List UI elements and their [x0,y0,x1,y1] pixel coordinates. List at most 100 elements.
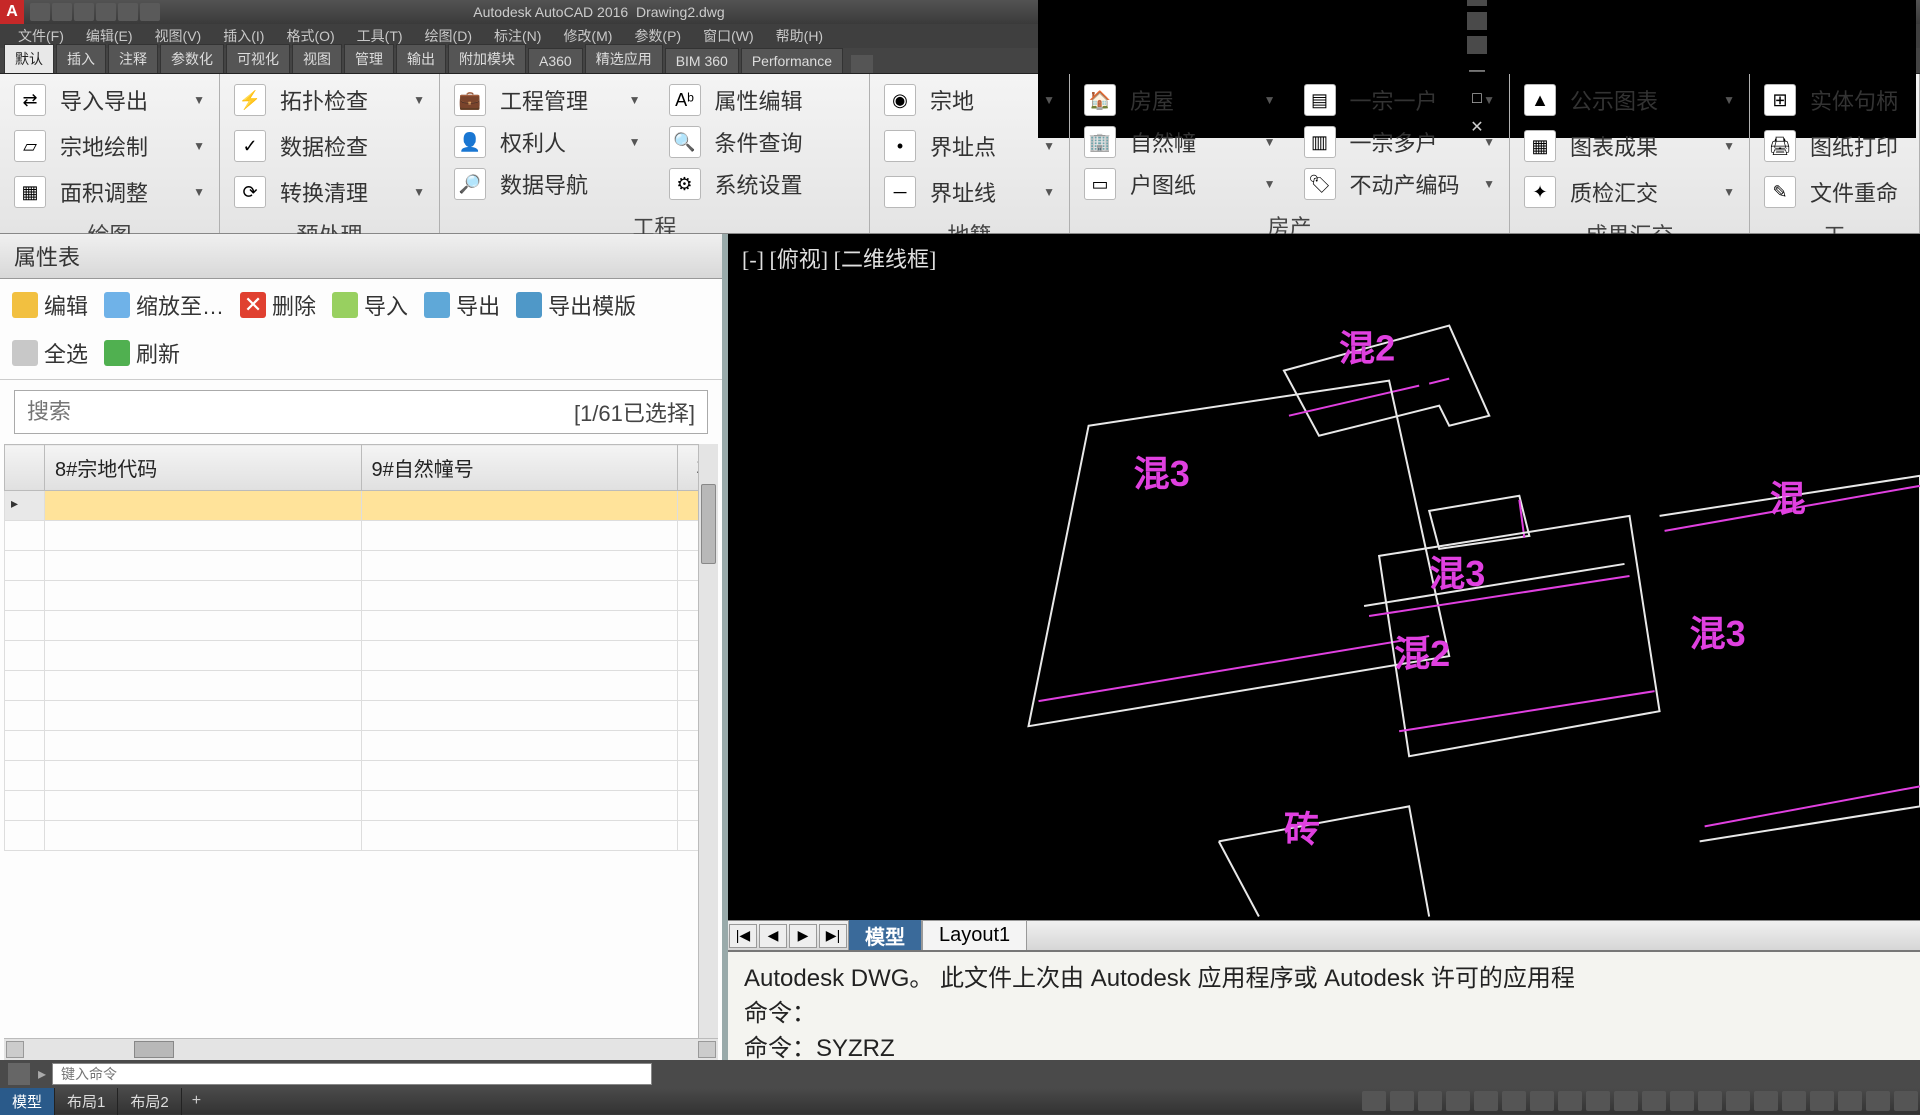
rb-data-check[interactable]: ✓数据检查 [230,126,429,166]
help-icon[interactable] [1467,36,1487,54]
rb-one-one[interactable]: ▤一宗一户▼ [1300,80,1500,120]
rb-entity-handle[interactable]: ⊞实体句柄 [1760,80,1909,120]
tb-export-template[interactable]: 导出模版 [516,289,636,321]
rb-parcel[interactable]: ◉宗地▼ [880,80,1059,120]
chevron-down-icon[interactable]: ▼ [1483,177,1495,191]
rb-topo-check[interactable]: ⚡拓扑检查▼ [230,80,429,120]
chevron-down-icon[interactable]: ▼ [1723,139,1735,153]
layout-tab-layout1[interactable]: Layout1 [922,920,1027,951]
status-iso-icon[interactable] [1838,1091,1862,1111]
status-tab-layout2[interactable]: 布局2 [118,1088,181,1115]
rb-boundary-line[interactable]: ─界址线▼ [880,172,1059,212]
rb-convert-clean[interactable]: ⟳转换清理▼ [230,172,429,212]
status-hw-icon[interactable] [1810,1091,1834,1111]
chevron-down-icon[interactable]: ▼ [1043,185,1055,199]
chevron-down-icon[interactable]: ▼ [193,185,205,199]
rb-unit-drawing[interactable]: ▭户图纸▼ [1080,164,1280,204]
chevron-down-icon[interactable]: ▼ [1723,185,1735,199]
tab-addins[interactable]: 附加模块 [448,44,526,73]
table-row[interactable] [5,521,718,551]
rb-cond-query[interactable]: 🔍条件查询 [665,122,860,162]
menu-help[interactable]: 帮助(H) [766,24,833,48]
rb-rights-holder[interactable]: 👤权利人▼ [450,122,645,162]
status-qp-icon[interactable] [1698,1091,1722,1111]
status-sc-icon[interactable] [1726,1091,1750,1111]
command-input[interactable] [52,1063,652,1085]
tab-performance[interactable]: Performance [741,48,843,73]
rb-data-nav[interactable]: 🔎数据导航 [450,164,645,204]
rb-house[interactable]: 🏠房屋▼ [1080,80,1280,120]
status-tpy-icon[interactable] [1670,1091,1694,1111]
table-row[interactable] [5,671,718,701]
tb-export[interactable]: 导出 [424,289,500,321]
rb-project-mgmt[interactable]: 💼工程管理▼ [450,80,645,120]
chevron-down-icon[interactable]: ▼ [413,93,425,107]
table-row[interactable] [5,731,718,761]
chevron-down-icon[interactable]: ▼ [1043,93,1055,107]
qat-open-icon[interactable] [52,3,72,21]
chevron-down-icon[interactable]: ▼ [1483,135,1495,149]
tab-bim360[interactable]: BIM 360 [665,48,739,73]
qat-new-icon[interactable] [30,3,50,21]
status-dyn-icon[interactable] [1614,1091,1638,1111]
status-tab-layout1[interactable]: 布局1 [55,1088,118,1115]
rb-building[interactable]: 🏢自然幢▼ [1080,122,1280,162]
scroll-thumb[interactable] [701,484,716,564]
rb-public-chart[interactable]: ▲公示图表▼ [1520,80,1739,120]
rb-qc-submit[interactable]: ✦质检汇交▼ [1520,172,1739,212]
scroll-thumb[interactable] [134,1041,174,1058]
status-ducs-icon[interactable] [1586,1091,1610,1111]
layout-nav-last-icon[interactable]: ▶| [819,924,847,948]
scroll-left-icon[interactable] [6,1041,24,1058]
table-row[interactable] [5,551,718,581]
horizontal-scrollbar[interactable] [4,1038,718,1060]
rb-parcel-draw[interactable]: ▱宗地绘制▼ [10,126,209,166]
tab-manage[interactable]: 管理 [344,44,394,73]
tab-output[interactable]: 输出 [396,44,446,73]
tab-default[interactable]: 默认 [4,44,54,73]
exchange-icon[interactable] [1467,0,1487,6]
menu-window[interactable]: 窗口(W) [693,24,764,48]
rb-sys-settings[interactable]: ⚙系统设置 [665,164,860,204]
status-ws-icon[interactable] [1782,1091,1806,1111]
chevron-down-icon[interactable]: ▼ [629,93,641,107]
layout-tab-model[interactable]: 模型 [848,917,922,954]
tab-visualize[interactable]: 可视化 [226,44,290,73]
layout-nav-next-icon[interactable]: ▶ [789,924,817,948]
tab-featured[interactable]: 精选应用 [585,44,663,73]
command-prompt-icon[interactable] [8,1063,30,1085]
status-model-icon[interactable] [1362,1091,1386,1111]
status-3dosnap-icon[interactable] [1530,1091,1554,1111]
tb-select-all[interactable]: 全选 [12,337,88,369]
tab-a360[interactable]: A360 [528,48,583,73]
tab-annotate[interactable]: 注释 [108,44,158,73]
col-rowhead[interactable] [5,445,45,491]
chevron-down-icon[interactable]: ▼ [193,93,205,107]
status-grid-icon[interactable] [1390,1091,1414,1111]
tb-import[interactable]: 导入 [332,289,408,321]
tb-delete[interactable]: ✕删除 [240,289,316,321]
qat-more-icon[interactable] [140,3,160,21]
rb-file-rename[interactable]: ✎文件重命 [1760,172,1909,212]
rb-one-many[interactable]: ▥一宗多户▼ [1300,122,1500,162]
table-row[interactable] [5,791,718,821]
chevron-down-icon[interactable]: ▼ [1483,93,1495,107]
status-osnap-icon[interactable] [1502,1091,1526,1111]
rb-area-adjust[interactable]: ▦面积调整▼ [10,172,209,212]
chevron-down-icon[interactable]: ▼ [629,135,641,149]
chevron-down-icon[interactable]: ▼ [1264,135,1276,149]
status-tab-model[interactable]: 模型 [0,1088,55,1115]
rb-boundary-pt[interactable]: •界址点▼ [880,126,1059,166]
model-viewport[interactable]: 混2 混3 混3 混2 混3 混 [728,282,1920,920]
viewport-label[interactable]: [-] [俯视] [二维线框] [728,234,1920,282]
status-snap-icon[interactable] [1418,1091,1442,1111]
tab-view[interactable]: 视图 [292,44,342,73]
app-logo-icon[interactable]: A [0,0,24,24]
rb-realestate-code[interactable]: 🏷不动产编码▼ [1300,164,1500,204]
qat-undo-icon[interactable] [96,3,116,21]
table-row[interactable] [5,611,718,641]
rb-chart-result[interactable]: ▦图表成果▼ [1520,126,1739,166]
table-row[interactable] [5,581,718,611]
status-custom-icon[interactable] [1894,1091,1918,1111]
tab-parametric[interactable]: 参数化 [160,44,224,73]
